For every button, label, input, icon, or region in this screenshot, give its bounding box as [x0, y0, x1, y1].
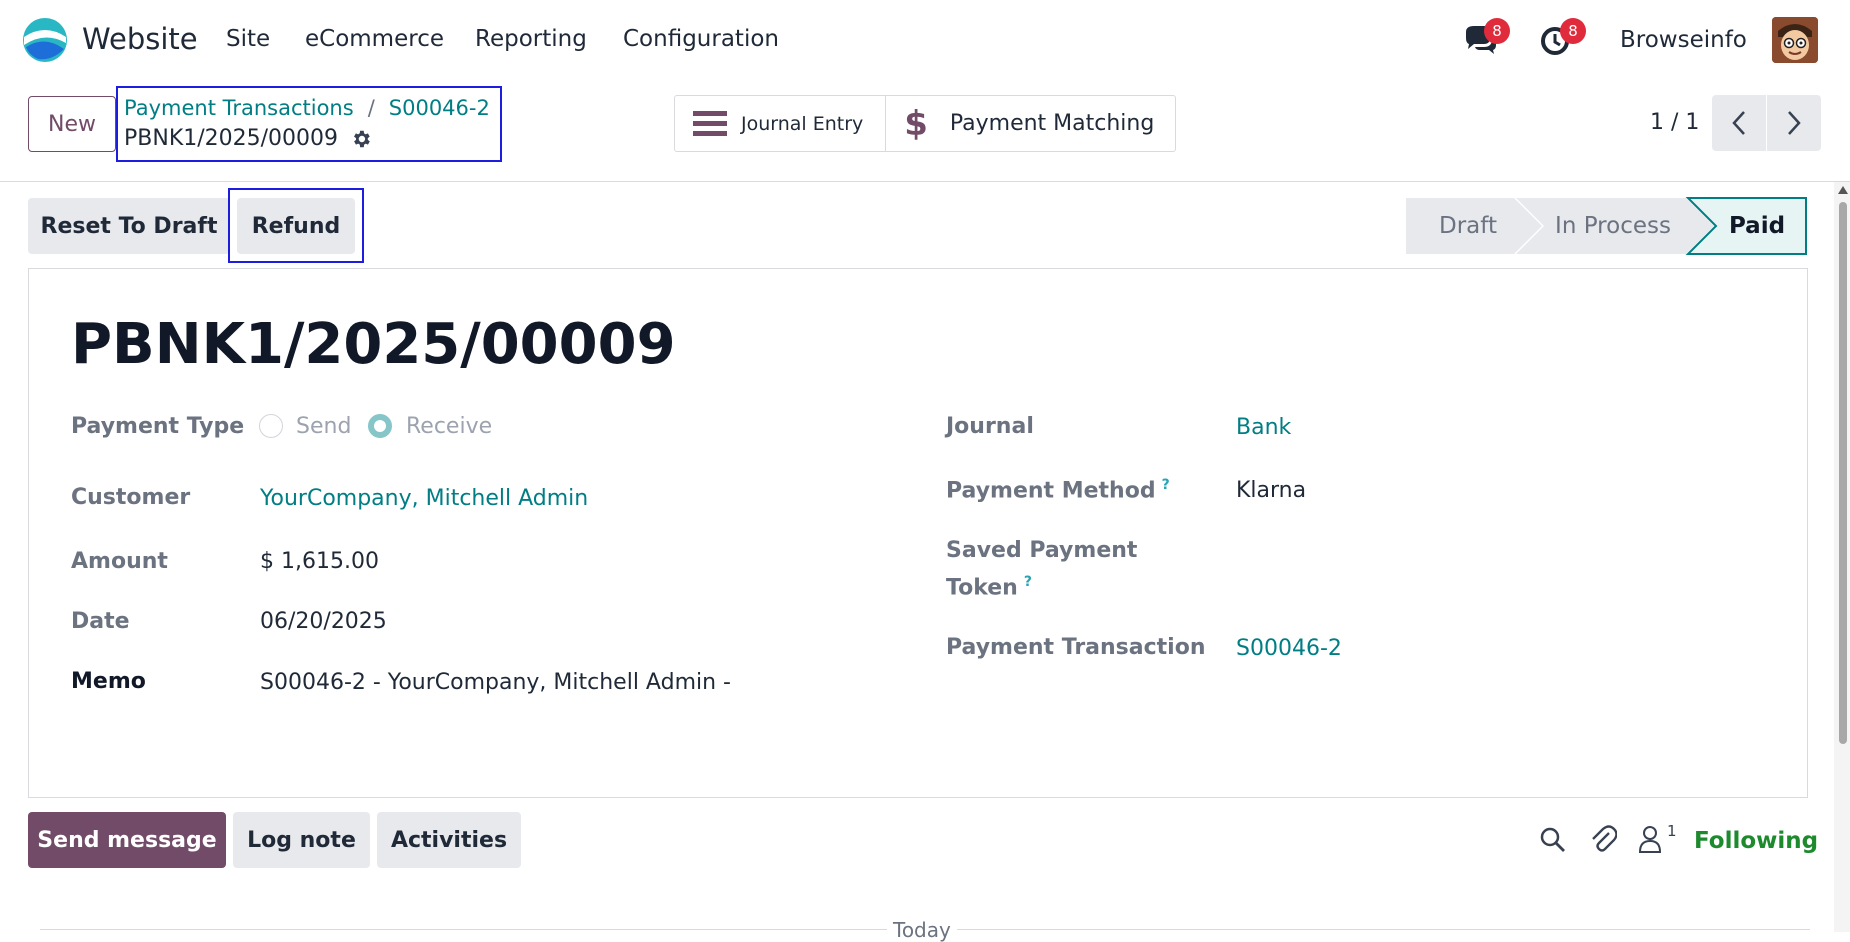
date-value: 06/20/2025: [260, 609, 387, 634]
breadcrumb-payment-transactions[interactable]: Payment Transactions: [124, 96, 354, 120]
payment-type-label: Payment Type: [71, 414, 245, 439]
amount-value: $ 1,615.00: [260, 549, 379, 574]
saved-token-label-line1: Saved Payment: [946, 538, 1138, 563]
menu-configuration[interactable]: Configuration: [623, 26, 779, 52]
stage-in-process[interactable]: In Process: [1540, 198, 1686, 254]
payment-transaction-link[interactable]: S00046-2: [1236, 636, 1342, 661]
pager-value[interactable]: 1 / 1: [1650, 110, 1699, 135]
activities-button[interactable]: 8: [1538, 18, 1586, 58]
pager-next-button[interactable]: [1767, 95, 1821, 151]
breadcrumb: Payment Transactions / S00046-2: [124, 96, 490, 120]
list-bars-icon: [693, 110, 727, 136]
send-message-button[interactable]: Send message: [28, 812, 226, 868]
status-bar: Reset To Draft Refund Draft In Process P…: [0, 182, 1850, 268]
search-icon[interactable]: [1539, 826, 1567, 854]
messages-badge: 8: [1484, 18, 1510, 44]
amount-label: Amount: [71, 549, 168, 574]
followers-count: 1: [1667, 822, 1677, 840]
paperclip-icon[interactable]: [1589, 824, 1617, 854]
payment-transaction-label: Payment Transaction: [946, 635, 1206, 660]
top-navbar: Website Site eCommerce Reporting Configu…: [0, 0, 1850, 80]
radio-send-label[interactable]: Send: [296, 414, 351, 439]
saved-token-help-icon[interactable]: ?: [1024, 574, 1032, 590]
payment-method-value: Klarna: [1236, 478, 1307, 503]
avatar-face-icon: [1772, 17, 1818, 63]
log-note-button[interactable]: Log note: [233, 812, 370, 868]
messages-button[interactable]: 8: [1462, 18, 1510, 58]
website-app-logo-icon[interactable]: [22, 17, 68, 63]
new-button[interactable]: New: [28, 96, 116, 152]
payment-method-label: Payment Method?: [946, 477, 1170, 503]
radio-send[interactable]: [259, 414, 283, 438]
radio-receive-label[interactable]: Receive: [406, 414, 492, 439]
pager-previous-button[interactable]: [1712, 95, 1766, 151]
payment-matching-button[interactable]: $ Payment Matching: [885, 96, 1175, 151]
dollar-icon: $: [904, 103, 928, 144]
memo-label: Memo: [71, 669, 146, 694]
journal-entry-label: Journal Entry: [741, 112, 864, 135]
radio-receive[interactable]: [368, 414, 392, 438]
journal-link[interactable]: Bank: [1236, 415, 1291, 440]
chevron-left-icon: [1732, 111, 1745, 135]
date-label: Date: [71, 609, 130, 634]
activities-button-chatter[interactable]: Activities: [377, 812, 521, 868]
refund-highlight: [228, 188, 364, 263]
record-title: PBNK1/2025/00009: [71, 312, 676, 377]
user-avatar[interactable]: [1772, 17, 1818, 63]
stage-paid[interactable]: Paid: [1706, 198, 1808, 254]
menu-site[interactable]: Site: [226, 26, 270, 52]
menu-ecommerce[interactable]: eCommerce: [305, 26, 444, 52]
journal-label: Journal: [946, 414, 1034, 439]
breadcrumb-order[interactable]: S00046-2: [389, 96, 490, 120]
control-panel: New Payment Transactions / S00046-2 PBNK1/…: [0, 80, 1850, 182]
app-name[interactable]: Website: [82, 22, 198, 56]
payment-method-help-icon[interactable]: ?: [1162, 477, 1170, 493]
scroll-up-arrow-icon[interactable]: [1838, 186, 1848, 194]
payment-method-label-text: Payment Method: [946, 478, 1156, 504]
gear-icon[interactable]: [350, 128, 372, 150]
scrollbar-thumb[interactable]: [1839, 202, 1847, 744]
current-record-name: PBNK1/2025/00009: [124, 126, 339, 151]
memo-value: S00046-2 - YourCompany, Mitchell Admin -: [260, 670, 731, 695]
menu-reporting[interactable]: Reporting: [475, 26, 587, 52]
activities-badge: 8: [1560, 18, 1586, 44]
follower-person-icon[interactable]: [1638, 825, 1662, 853]
journal-entry-button[interactable]: Journal Entry: [675, 96, 885, 151]
reset-to-draft-button[interactable]: Reset To Draft: [28, 198, 230, 254]
chevron-right-icon: [1788, 111, 1801, 135]
breadcrumb-separator: /: [367, 96, 375, 120]
today-label: Today: [887, 918, 957, 942]
payment-matching-label: Payment Matching: [949, 111, 1155, 136]
customer-label: Customer: [71, 485, 191, 510]
stage-draft[interactable]: Draft: [1406, 198, 1530, 254]
saved-token-label-text: Token: [946, 575, 1018, 601]
following-button[interactable]: Following: [1694, 828, 1818, 854]
user-name[interactable]: Browseinfo: [1620, 27, 1747, 53]
customer-link[interactable]: YourCompany, Mitchell Admin: [260, 486, 588, 511]
current-record: PBNK1/2025/00009: [124, 126, 372, 151]
smart-buttons: Journal Entry $ Payment Matching: [674, 95, 1176, 152]
saved-token-label-line2: Token?: [946, 574, 1032, 600]
